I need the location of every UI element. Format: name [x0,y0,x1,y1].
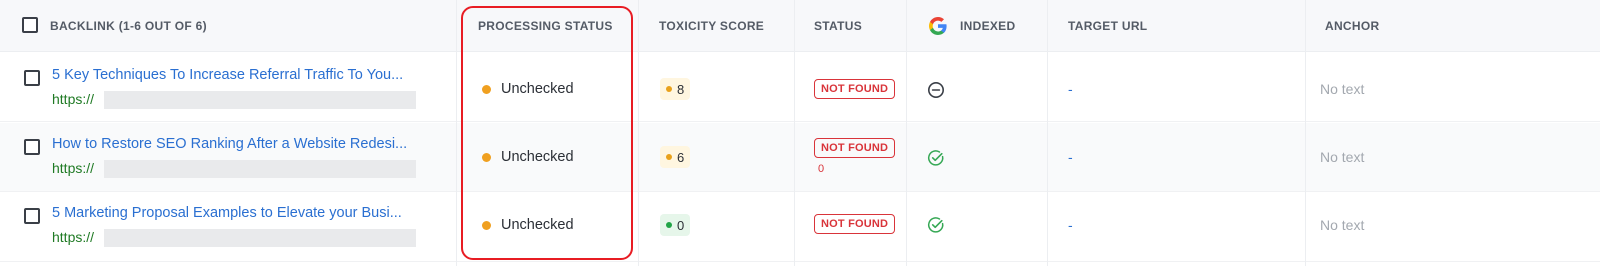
backlink-title-link[interactable]: 5 Key Techniques To Increase Referral Tr… [52,67,403,83]
anchor-text: No text [1320,149,1365,165]
column-header-target-url[interactable]: TARGET URL [1068,0,1147,52]
row-checkbox[interactable] [24,70,40,86]
check-circle-icon [927,217,944,233]
minus-circle-icon [928,82,944,98]
target-url-link[interactable]: - [1068,217,1073,233]
status-badge: NOT FOUND [814,214,896,234]
row-checkbox[interactable] [24,208,40,224]
backlink-url[interactable]: https:// [52,229,94,245]
column-divider [906,0,907,266]
column-divider [1305,0,1306,266]
toxicity-dot [666,154,672,160]
column-divider [1047,0,1048,266]
toxicity-dot [666,86,672,92]
table-row: How to Restore SEO Ranking After a Websi… [0,123,1600,192]
toxicity-value: 6 [677,149,685,165]
column-header-toxicity-score[interactable]: TOXICITY SCORE [659,0,764,52]
backlinks-table: BACKLINK (1-6 OUT OF 6) PROCESSING STATU… [0,0,1600,266]
table-header: BACKLINK (1-6 OUT OF 6) PROCESSING STATU… [0,0,1600,52]
redacted-url [104,229,416,247]
backlink-url[interactable]: https:// [52,91,94,107]
anchor-text: No text [1320,217,1365,233]
backlink-title-link[interactable]: How to Restore SEO Ranking After a Websi… [52,136,407,152]
toxicity-value: 8 [677,81,685,97]
column-divider [794,0,795,266]
row-checkbox[interactable] [24,139,40,155]
indexed-label: INDEXED [960,19,1016,33]
toxicity-dot [666,222,672,228]
target-url-link[interactable]: - [1068,81,1073,97]
toxicity-value: 0 [677,217,685,233]
backlink-title-link[interactable]: 5 Marketing Proposal Examples to Elevate… [52,205,402,221]
status-badge: NOT FOUND [814,79,896,99]
column-divider [456,0,457,266]
toxicity-badge: 0 [660,214,691,236]
toxicity-badge: 8 [660,78,691,100]
redacted-url [104,160,416,178]
column-header-backlink[interactable]: BACKLINK (1-6 OUT OF 6) [50,0,207,52]
status-count: 0 [818,163,825,175]
processing-status-highlight [461,6,633,260]
column-header-anchor[interactable]: ANCHOR [1325,0,1379,52]
column-header-status[interactable]: STATUS [814,0,862,52]
status-badge: NOT FOUND [814,138,896,158]
table-row: 5 Marketing Proposal Examples to Elevate… [0,193,1600,262]
google-icon [929,17,947,35]
anchor-text: No text [1320,81,1365,97]
table-row: 5 Key Techniques To Increase Referral Tr… [0,53,1600,122]
column-divider [638,0,639,266]
redacted-url [104,91,416,109]
column-header-indexed[interactable]: INDEXED [928,0,1015,52]
backlink-url[interactable]: https:// [52,160,94,176]
target-url-link[interactable]: - [1068,149,1073,165]
select-all-checkbox[interactable] [22,17,38,33]
toxicity-badge: 6 [660,146,691,168]
check-circle-icon [927,150,944,166]
